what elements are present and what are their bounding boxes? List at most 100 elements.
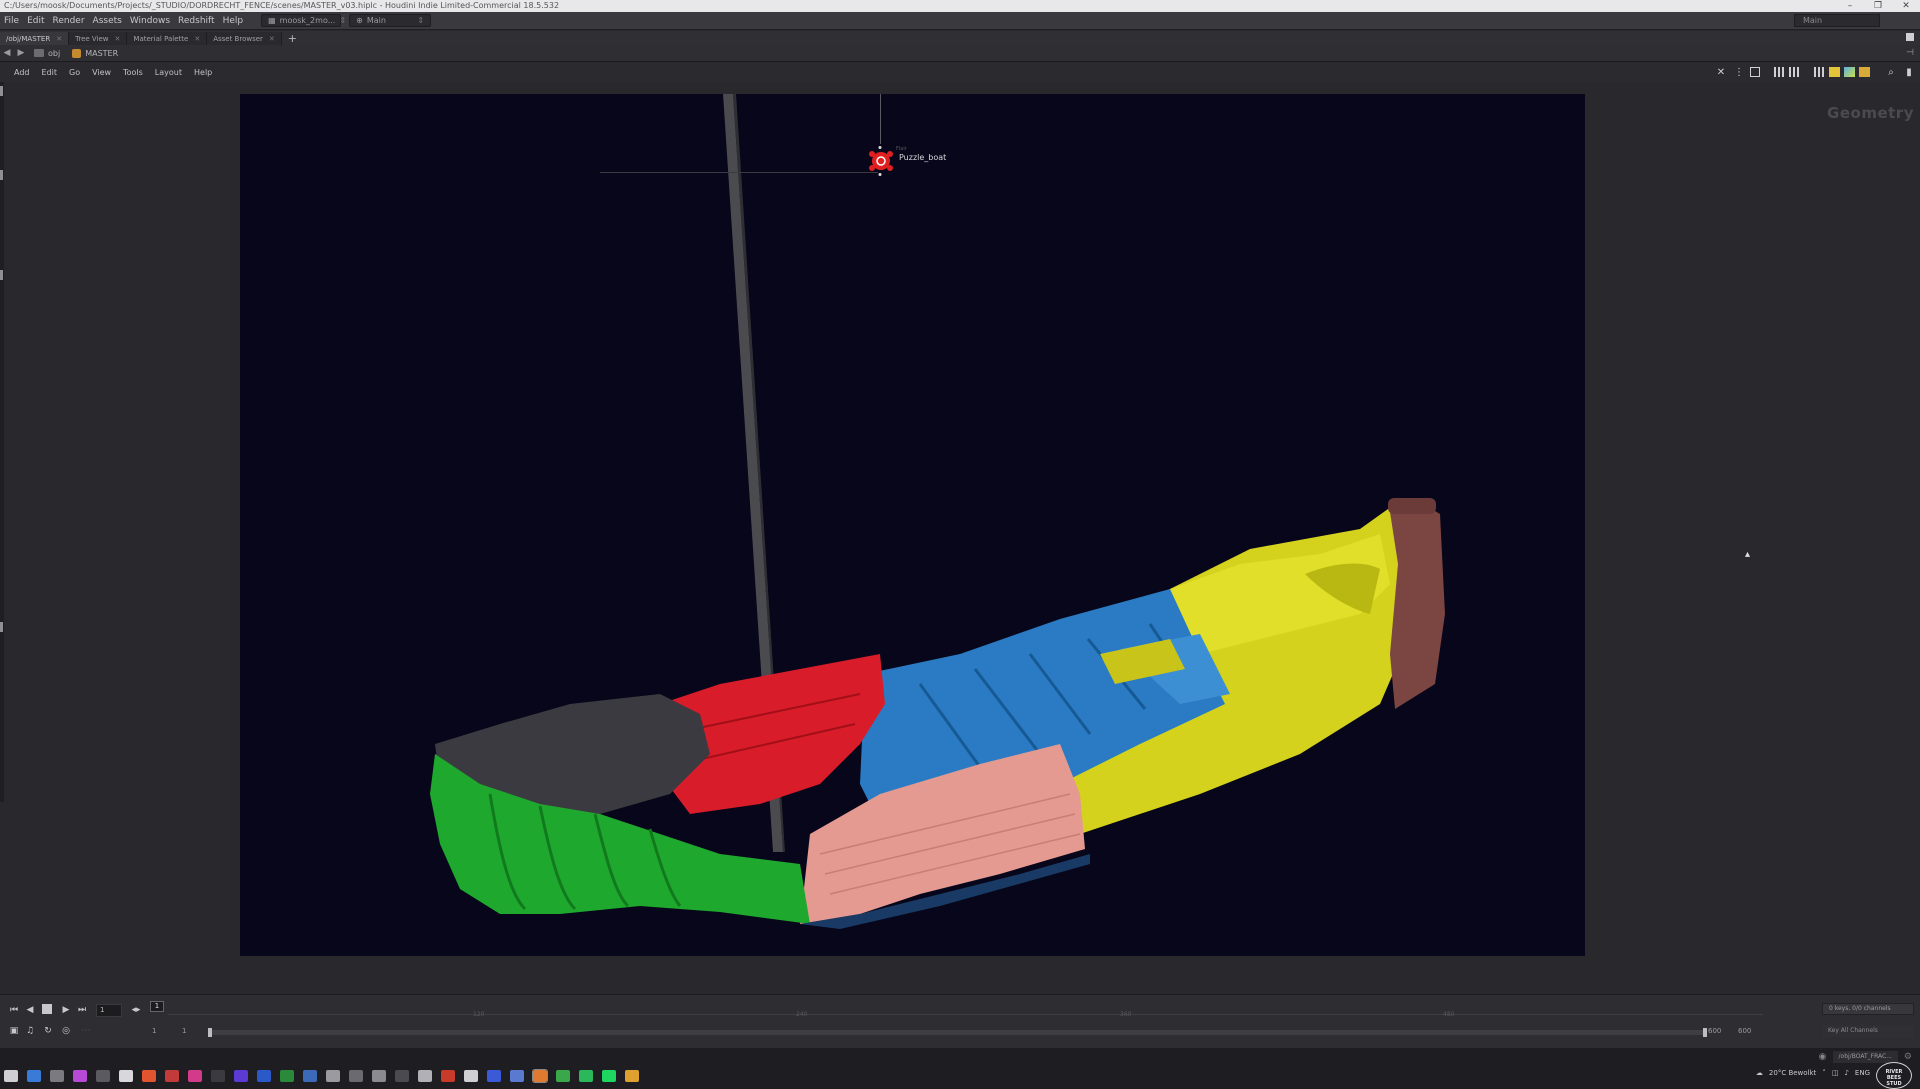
maximize-pane-icon[interactable]	[1906, 33, 1914, 41]
app-icon[interactable]	[372, 1070, 386, 1082]
tab-tree-view[interactable]: Tree View ✕	[69, 32, 128, 45]
app-icon[interactable]	[418, 1070, 432, 1082]
jump-end-icon[interactable]: ⏭	[76, 1004, 88, 1016]
search-icon[interactable]: ⌕	[1884, 66, 1898, 78]
app-icon[interactable]	[50, 1070, 64, 1082]
loop-icon[interactable]: ↻	[42, 1025, 54, 1037]
range-end-2[interactable]: 600	[1738, 1026, 1751, 1037]
grid-view-icon[interactable]	[1789, 67, 1800, 77]
more-icon[interactable]: ▮	[1902, 66, 1916, 78]
forward-arrow-icon[interactable]: ▶	[14, 48, 28, 58]
status-node-pill[interactable]: /obj/BOAT_FRAC...	[1832, 1051, 1898, 1063]
pane-menu-go[interactable]: Go	[63, 68, 86, 77]
close-icon[interactable]: ✕	[115, 35, 121, 43]
range-handle-start[interactable]	[208, 1028, 212, 1037]
menu-help[interactable]: Help	[219, 16, 248, 26]
layout-icon[interactable]	[1814, 67, 1825, 77]
tab-material-palette[interactable]: Material Palette ✕	[127, 32, 208, 45]
app-icon[interactable]	[142, 1070, 156, 1082]
path-segment-obj[interactable]: obj	[28, 49, 66, 58]
close-icon[interactable]: ✕	[56, 35, 62, 43]
color-palette-icon[interactable]	[1844, 67, 1855, 77]
range-handle-end[interactable]	[1703, 1028, 1707, 1037]
menu-redshift[interactable]: Redshift	[174, 16, 219, 26]
back-arrow-icon[interactable]: ◀	[0, 48, 14, 58]
close-icon[interactable]: ✕	[269, 35, 275, 43]
volume-icon[interactable]: ♪	[1844, 1069, 1848, 1077]
range-start-2[interactable]: 1	[182, 1026, 186, 1037]
menu-render[interactable]: Render	[49, 16, 89, 26]
chrome-icon[interactable]	[119, 1070, 133, 1082]
weather-text[interactable]: 20°C Bewolkt	[1769, 1069, 1816, 1077]
tab-network[interactable]: /obj/MASTER ✕	[0, 32, 70, 45]
range-end[interactable]: 600	[1708, 1026, 1721, 1037]
stop-icon[interactable]	[42, 1004, 52, 1014]
right-desktop-selector[interactable]: Main	[1794, 14, 1880, 27]
pin-icon[interactable]: ⊣	[1906, 48, 1914, 58]
frame-marker[interactable]: 1	[150, 1001, 164, 1012]
menu-assets[interactable]: Assets	[89, 16, 126, 26]
tab-asset-browser[interactable]: Asset Browser ✕	[207, 32, 282, 45]
add-tab-icon[interactable]: +	[282, 32, 303, 45]
shelf-set-selector[interactable]: ⊕ Main ⇕	[349, 14, 432, 27]
timeline-ruler[interactable]: 120 240 360 480	[168, 1009, 1763, 1018]
node-puzzle-boat[interactable]	[866, 146, 896, 176]
app-icon[interactable]	[326, 1070, 340, 1082]
jump-start-icon[interactable]: ⏮	[8, 1004, 20, 1016]
app-icon[interactable]	[510, 1070, 524, 1082]
pane-menu-add[interactable]: Add	[8, 68, 36, 77]
maximize-button[interactable]: ❐	[1864, 0, 1892, 12]
close-button[interactable]: ✕	[1892, 0, 1920, 12]
pane-menu-view[interactable]: View	[86, 68, 117, 77]
app-icon[interactable]	[257, 1070, 271, 1082]
start-icon[interactable]	[4, 1070, 18, 1082]
explorer-icon[interactable]	[27, 1070, 41, 1082]
pane-menu-help[interactable]: Help	[188, 68, 218, 77]
app-icon[interactable]	[441, 1070, 455, 1082]
app-icon[interactable]	[211, 1070, 225, 1082]
app-icon[interactable]	[625, 1070, 639, 1082]
app-icon[interactable]	[395, 1070, 409, 1082]
pane-menu-layout[interactable]: Layout	[149, 68, 188, 77]
menu-file[interactable]: File	[0, 16, 23, 26]
settings-icon[interactable]: ⚙	[1904, 1052, 1912, 1062]
keyframe-icon[interactable]: ▣	[8, 1025, 20, 1037]
app-icon[interactable]	[303, 1070, 317, 1082]
desktop-selector[interactable]: ▦ moosk_2mo... ⇕	[261, 14, 346, 27]
app-icon[interactable]	[280, 1070, 294, 1082]
close-icon[interactable]: ✕	[194, 35, 200, 43]
app-icon[interactable]	[579, 1070, 593, 1082]
app-icon[interactable]	[165, 1070, 179, 1082]
path-segment-master[interactable]: MASTER	[66, 48, 124, 58]
node-label[interactable]: Puzzle_boat	[899, 153, 946, 162]
app-icon[interactable]	[487, 1070, 501, 1082]
chevron-up-icon[interactable]: ˄	[1822, 1069, 1826, 1077]
list-view-icon[interactable]	[1774, 67, 1785, 77]
current-frame-input[interactable]: 1	[96, 1004, 122, 1017]
play-icon[interactable]: ▶	[60, 1004, 72, 1016]
menu-edit[interactable]: Edit	[23, 16, 48, 26]
step-back-icon[interactable]: ◀	[24, 1004, 36, 1016]
sticky-note-icon[interactable]	[1829, 67, 1840, 77]
wrench-icon[interactable]: ✕	[1714, 66, 1728, 78]
pane-menu-tools[interactable]: Tools	[117, 68, 149, 77]
network-box-icon[interactable]	[1859, 67, 1870, 77]
language-indicator[interactable]: ENG	[1855, 1069, 1870, 1077]
key-all-channels-button[interactable]: Key All Channels	[1822, 1025, 1914, 1037]
frame-icon[interactable]	[1750, 67, 1760, 77]
tree-icon[interactable]: ⋮	[1732, 66, 1746, 78]
app-icon[interactable]	[349, 1070, 363, 1082]
chat-icon[interactable]: ◉	[1819, 1052, 1827, 1062]
range-slider[interactable]	[208, 1028, 1707, 1037]
realtime-icon[interactable]: ◎	[60, 1025, 72, 1037]
spotify-icon[interactable]	[602, 1070, 616, 1082]
step-arrows-icon[interactable]: ◂▸	[130, 1004, 142, 1016]
network-icon[interactable]: ◫	[1832, 1069, 1839, 1077]
app-icon[interactable]	[556, 1070, 570, 1082]
audio-icon[interactable]: ♫	[24, 1025, 36, 1037]
app-icon[interactable]	[188, 1070, 202, 1082]
app-icon[interactable]	[73, 1070, 87, 1082]
pane-menu-edit[interactable]: Edit	[36, 68, 64, 77]
range-start[interactable]: 1	[152, 1026, 156, 1037]
houdini-icon[interactable]	[532, 1069, 548, 1083]
